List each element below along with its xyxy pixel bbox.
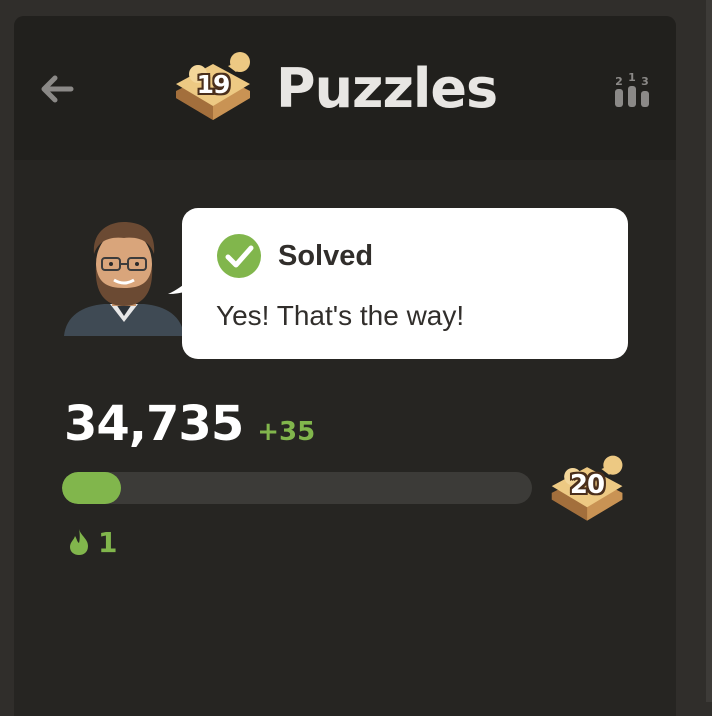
rating-value: 34,735 <box>64 396 244 452</box>
feedback-status: Solved <box>216 232 373 280</box>
flame-icon <box>70 529 88 555</box>
next-level-badge: 20 <box>546 448 632 532</box>
puzzle-streak: 1 <box>68 524 117 560</box>
panel-header: 19 Puzzles 2 1 3 <box>14 16 676 160</box>
page-title: Puzzles <box>276 56 498 120</box>
back-button[interactable] <box>36 68 78 110</box>
streak-count: 1 <box>98 525 118 559</box>
feedback-message: Yes! That's the way! <box>216 300 465 331</box>
feedback-bubble: Solved Yes! That's the way! <box>182 208 628 359</box>
leaderboard-podium-icon: 2 1 3 <box>615 71 649 107</box>
leaderboard-digit-third: 3 <box>641 75 649 88</box>
level-progress-fill <box>62 472 121 504</box>
puzzles-panel: 19 Puzzles 2 1 3 Solved Yes! That's the … <box>14 16 676 716</box>
window-edge <box>678 0 712 702</box>
scrollbar-track <box>706 0 712 702</box>
header-title-group: 19 Puzzles <box>170 46 498 130</box>
arrow-left-icon <box>41 75 74 103</box>
puzzle-level-badge: 19 <box>170 46 260 130</box>
puzzle-level-number: 19 <box>196 70 231 99</box>
level-progress-bar <box>62 472 532 504</box>
next-level-number: 20 <box>569 470 605 500</box>
leaderboard-digit-first: 1 <box>628 72 636 84</box>
check-circle-icon <box>217 234 261 278</box>
leaderboard-digit-second: 2 <box>615 75 623 88</box>
rating-delta: +35 <box>257 417 316 447</box>
puzzle-rating: 34,735 +35 <box>64 396 315 452</box>
leaderboard-button[interactable]: 2 1 3 <box>610 71 654 112</box>
status-label: Solved <box>278 239 374 272</box>
